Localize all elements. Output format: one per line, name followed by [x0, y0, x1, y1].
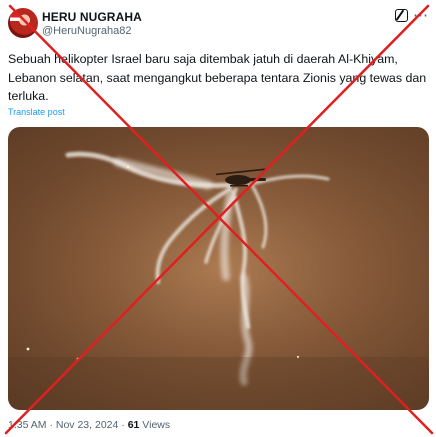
helicopter-flares-photo: [8, 127, 429, 410]
author-handle[interactable]: @HeruNugraha82: [42, 25, 131, 37]
post-metadata: 1:35 AM · Nov 23, 2024 · 61 Views: [8, 419, 170, 431]
post-media-image[interactable]: [8, 127, 429, 410]
more-icon[interactable]: ⋯: [413, 6, 429, 24]
meta-separator-2: ·: [121, 419, 125, 431]
post-time[interactable]: 1:35 AM: [8, 419, 47, 431]
user-avatar[interactable]: [8, 8, 38, 38]
post-date[interactable]: Nov 23, 2024: [56, 419, 118, 431]
post-text: Sebuah helikopter Israel baru saja ditem…: [8, 52, 427, 103]
views-count[interactable]: 61: [128, 419, 140, 431]
grok-icon[interactable]: [395, 9, 408, 22]
meta-separator: ·: [49, 419, 53, 431]
author-name[interactable]: HERU NUGRAHA: [42, 10, 142, 24]
views-label: Views: [142, 419, 171, 431]
tweet: HERU NUGRAHA @HeruNugraha82 ⋯ Sebuah hel…: [0, 0, 436, 437]
translate-post-link[interactable]: Translate post: [8, 107, 65, 117]
